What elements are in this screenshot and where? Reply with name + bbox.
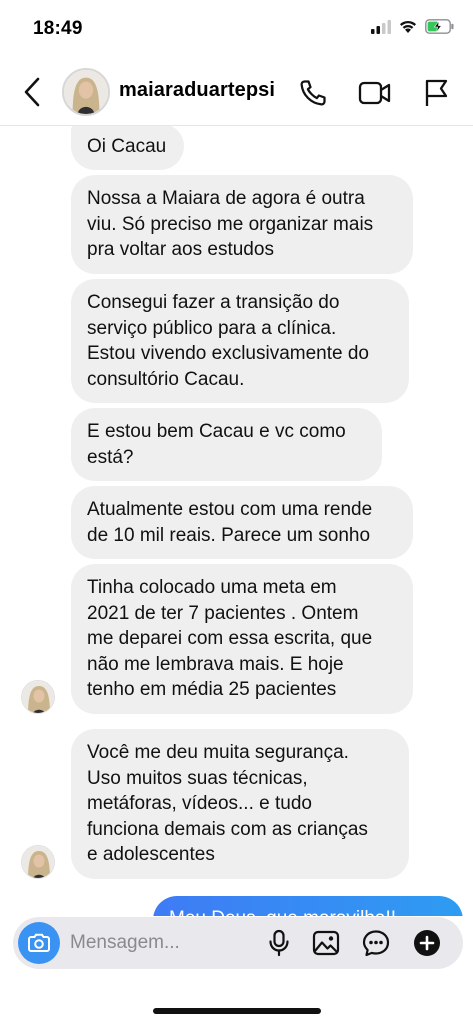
message-text: Atualmente estou com uma rende de 10 mil… [87, 499, 373, 546]
message-text: Você me deu muita segurança. Uso muitos … [87, 742, 368, 866]
received-message[interactable]: Atualmente estou com uma rende de 10 mil… [71, 486, 413, 559]
received-message[interactable]: Consegui fazer a transição do serviço pú… [71, 279, 409, 403]
battery-charging-icon [425, 19, 455, 39]
received-message[interactable]: Nossa a Maiara de agora é outra viu. Só … [71, 175, 413, 274]
image-icon [312, 930, 340, 956]
report-button[interactable] [418, 75, 454, 111]
message-text: Nossa a Maiara de agora é outra viu. Só … [87, 188, 374, 261]
message-text: Consegui fazer a transição do serviço pú… [87, 292, 369, 390]
message-text: E estou bem Cacau e vc como está? [87, 421, 346, 468]
message-text: Tinha colocado uma meta em 2021 de ter 7… [87, 577, 373, 701]
status-icons [371, 19, 455, 39]
flag-icon [425, 79, 448, 106]
phone-icon [300, 80, 326, 106]
sender-avatar[interactable] [21, 845, 55, 879]
status-bar: 18:49 [0, 0, 473, 58]
conversation-header: maiaraduartepsi [0, 58, 473, 126]
cellular-signal-icon [371, 19, 391, 39]
video-call-button[interactable] [357, 75, 393, 111]
back-button[interactable] [14, 72, 50, 112]
sender-avatar[interactable] [21, 680, 55, 714]
contact-username[interactable]: maiaraduartepsi [119, 79, 275, 102]
message-input[interactable] [70, 930, 260, 956]
camera-icon [28, 933, 50, 952]
received-message[interactable]: Oi Cacau [71, 126, 184, 170]
message-composer [13, 917, 463, 969]
message-thread[interactable]: Oi Cacau Nossa a Maiara de agora é outra… [0, 126, 473, 916]
sent-message[interactable]: Meu Deus, que maravilha!! [153, 896, 463, 916]
message-text: Oi Cacau [87, 136, 167, 158]
contact-avatar[interactable] [62, 68, 110, 116]
chevron-left-icon [24, 77, 40, 107]
received-message[interactable]: Você me deu muita segurança. Uso muitos … [71, 729, 409, 879]
add-content-button[interactable] [411, 927, 443, 959]
wifi-icon [398, 19, 418, 39]
message-text: Meu Deus, que maravilha!! [169, 908, 396, 916]
sticker-button[interactable] [360, 927, 392, 959]
status-time: 18:49 [33, 18, 83, 39]
video-camera-icon [358, 81, 391, 105]
sticker-chat-icon [362, 930, 390, 957]
call-button[interactable] [295, 75, 331, 111]
gallery-button[interactable] [310, 927, 342, 959]
received-message[interactable]: Tinha colocado uma meta em 2021 de ter 7… [71, 564, 413, 714]
microphone-icon [269, 929, 289, 957]
camera-button[interactable] [18, 922, 60, 964]
received-message[interactable]: E estou bem Cacau e vc como está? [71, 408, 382, 481]
plus-circle-icon [414, 930, 440, 956]
voice-message-button[interactable] [263, 927, 295, 959]
home-indicator[interactable] [153, 1008, 321, 1014]
